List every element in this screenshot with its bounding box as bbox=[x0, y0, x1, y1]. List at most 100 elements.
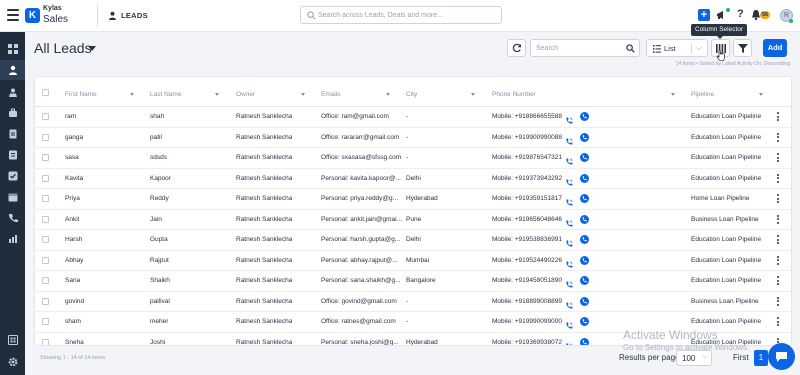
phone-call-icon[interactable] bbox=[565, 112, 573, 124]
sidebar-item-dashboard[interactable] bbox=[0, 39, 25, 59]
select-all-checkbox[interactable] bbox=[42, 89, 49, 96]
sort-caret-icon[interactable] bbox=[671, 93, 675, 96]
sidebar-item-apps[interactable] bbox=[0, 330, 25, 350]
row-actions-kebab-icon[interactable] bbox=[777, 194, 780, 203]
list-search-input[interactable] bbox=[536, 43, 621, 54]
phone-call-icon[interactable] bbox=[565, 338, 573, 345]
column-header-emails[interactable]: Emails bbox=[321, 91, 341, 98]
phone-call-icon[interactable] bbox=[565, 215, 573, 227]
page-title[interactable]: All Leads bbox=[34, 40, 92, 56]
cell-first-name[interactable]: Ankit bbox=[65, 216, 79, 223]
table-row[interactable]: Abhay Rajput Ratnesh Sanklecha Personal: ab… bbox=[35, 251, 791, 271]
cell-last-name[interactable]: Shaikh bbox=[150, 277, 170, 284]
cell-last-name[interactable]: Joshi bbox=[150, 339, 165, 346]
phone-call-icon[interactable] bbox=[565, 133, 573, 145]
column-header-owner[interactable]: Owner bbox=[236, 91, 255, 98]
row-checkbox[interactable] bbox=[42, 256, 49, 264]
phone-call-icon[interactable] bbox=[565, 235, 573, 247]
click-to-call-icon[interactable] bbox=[580, 153, 589, 162]
first-page-link[interactable]: First bbox=[733, 353, 749, 362]
sort-caret-icon[interactable] bbox=[301, 93, 305, 96]
sidebar-item-calendar[interactable] bbox=[0, 187, 25, 207]
table-row[interactable]: ganga patil Ratnesh Sanklecha Office: rarar… bbox=[35, 128, 791, 148]
row-checkbox[interactable] bbox=[42, 133, 49, 141]
phone-call-icon[interactable] bbox=[565, 317, 573, 329]
sidebar-item-deals[interactable] bbox=[0, 103, 25, 123]
cell-last-name[interactable]: Rajput bbox=[150, 257, 169, 264]
sort-caret-icon[interactable] bbox=[215, 93, 219, 96]
cell-last-name[interactable]: Jain bbox=[150, 216, 162, 223]
hamburger-menu-icon[interactable] bbox=[7, 9, 19, 21]
sort-caret-icon[interactable] bbox=[471, 93, 475, 96]
row-checkbox[interactable] bbox=[42, 277, 49, 284]
filter-button[interactable] bbox=[733, 39, 752, 57]
row-checkbox[interactable] bbox=[42, 297, 49, 305]
global-search-input[interactable] bbox=[318, 9, 498, 21]
sort-caret-icon[interactable] bbox=[130, 93, 134, 96]
cell-last-name[interactable]: sdsds bbox=[150, 154, 167, 161]
chevron-down-icon[interactable] bbox=[88, 46, 96, 51]
cell-first-name[interactable]: Harsh bbox=[65, 236, 82, 243]
row-actions-kebab-icon[interactable] bbox=[777, 276, 780, 285]
column-header-last-name[interactable]: Last Name bbox=[150, 91, 181, 98]
table-row[interactable]: Kavita Kapoor Ratnesh Sanklecha Personal: k… bbox=[35, 169, 791, 189]
cell-last-name[interactable]: Kapoor bbox=[150, 175, 171, 182]
help-icon[interactable]: ? bbox=[737, 8, 744, 20]
column-header-city[interactable]: City bbox=[406, 91, 417, 98]
add-lead-button[interactable]: Add bbox=[763, 39, 787, 57]
view-type-select[interactable]: List ⌵ bbox=[646, 39, 708, 57]
sidebar-item-settings[interactable] bbox=[0, 352, 25, 372]
sidebar-item-contacts[interactable] bbox=[0, 82, 25, 102]
row-actions-kebab-icon[interactable] bbox=[777, 132, 780, 142]
cell-last-name[interactable]: Reddy bbox=[150, 195, 169, 202]
row-checkbox[interactable] bbox=[42, 318, 49, 325]
sidebar-item-leads[interactable] bbox=[0, 60, 25, 80]
cell-last-name[interactable]: patil bbox=[150, 134, 162, 141]
list-search[interactable] bbox=[530, 39, 640, 57]
sidebar-item-calls[interactable] bbox=[0, 208, 25, 228]
table-row[interactable]: ram shah Ratnesh Sanklecha Office: ram@gmai… bbox=[35, 107, 791, 128]
table-row[interactable]: Ankit Jain Ratnesh Sanklecha Personal: anki… bbox=[35, 210, 791, 230]
cell-first-name[interactable]: sasa bbox=[65, 154, 79, 161]
row-checkbox[interactable] bbox=[42, 174, 49, 182]
row-checkbox[interactable] bbox=[42, 195, 49, 202]
table-row[interactable]: govind pallival Ratnesh Sanklecha Office: g… bbox=[35, 292, 791, 312]
phone-call-icon[interactable] bbox=[565, 194, 573, 206]
click-to-call-icon[interactable] bbox=[580, 214, 589, 224]
row-actions-kebab-icon[interactable] bbox=[777, 296, 780, 306]
phone-call-icon[interactable] bbox=[565, 256, 573, 268]
sidebar-item-tasks[interactable] bbox=[0, 166, 25, 186]
row-checkbox[interactable] bbox=[42, 215, 49, 223]
refresh-button[interactable] bbox=[507, 39, 526, 57]
cell-first-name[interactable]: govind bbox=[65, 298, 84, 305]
click-to-call-icon[interactable] bbox=[580, 235, 589, 244]
row-actions-kebab-icon[interactable] bbox=[777, 235, 780, 244]
click-to-call-icon[interactable] bbox=[580, 112, 589, 121]
row-checkbox[interactable] bbox=[42, 154, 49, 161]
cell-first-name[interactable]: ram bbox=[65, 113, 76, 120]
sort-caret-icon[interactable] bbox=[386, 93, 390, 96]
cell-last-name[interactable]: meher bbox=[150, 318, 168, 325]
row-actions-kebab-icon[interactable] bbox=[777, 173, 780, 183]
global-search[interactable] bbox=[300, 6, 502, 24]
column-header-pipeline[interactable]: Pipeline bbox=[691, 91, 714, 98]
click-to-call-icon[interactable] bbox=[580, 132, 589, 142]
click-to-call-icon[interactable] bbox=[580, 276, 589, 285]
cell-first-name[interactable]: Priya bbox=[65, 195, 80, 202]
click-to-call-icon[interactable] bbox=[580, 317, 589, 326]
sidebar-item-reports[interactable] bbox=[0, 229, 25, 249]
click-to-call-icon[interactable] bbox=[580, 194, 589, 203]
cell-first-name[interactable]: ganga bbox=[65, 134, 83, 141]
cell-first-name[interactable]: Kavita bbox=[65, 175, 83, 182]
click-to-call-icon[interactable] bbox=[580, 255, 589, 265]
column-header-phone-number[interactable]: Phone Number bbox=[492, 91, 536, 98]
phone-call-icon[interactable] bbox=[565, 174, 573, 186]
phone-call-icon[interactable] bbox=[565, 276, 573, 288]
sidebar-item-documents[interactable] bbox=[0, 124, 25, 144]
cell-first-name[interactable]: sham bbox=[65, 318, 81, 325]
sort-caret-icon[interactable] bbox=[759, 93, 763, 96]
search-icon[interactable] bbox=[626, 44, 635, 53]
table-row[interactable]: sasa sdsds Ratnesh Sanklecha Office: sxasas… bbox=[35, 148, 791, 169]
row-actions-kebab-icon[interactable] bbox=[777, 214, 780, 224]
table-row[interactable]: Priya Reddy Ratnesh Sanklecha Personal: pri… bbox=[35, 189, 791, 210]
